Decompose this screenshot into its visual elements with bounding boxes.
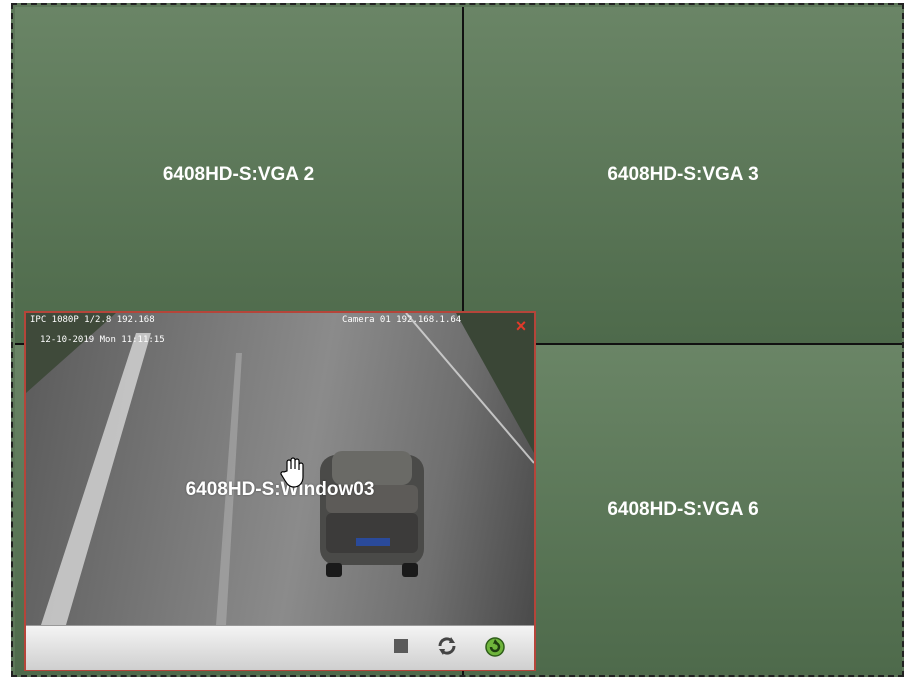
screen-label: 6408HD-S:VGA 2 <box>162 164 315 185</box>
hand-cursor-icon <box>279 457 307 489</box>
screen-cell-vga3[interactable]: 6408HD-S:VGA 3 <box>464 7 902 345</box>
refresh-button[interactable] <box>436 635 458 662</box>
stop-icon <box>393 638 409 659</box>
rotate-icon <box>483 634 507 663</box>
video-feed[interactable]: IPC 1080P 1/2.8 192.168 12-10-2019 Mon 1… <box>26 313 534 625</box>
rotate-button[interactable] <box>484 636 506 659</box>
screen-cell-vga2[interactable]: 6408HD-S:VGA 2 <box>15 7 464 345</box>
screen-label: 6408HD-S:VGA 3 <box>607 164 759 185</box>
stop-button[interactable] <box>390 637 412 659</box>
window-toolbar <box>26 625 534 670</box>
screen-label: 6408HD-S:VGA 6 <box>607 499 759 520</box>
close-window-button[interactable]: × <box>512 317 530 335</box>
osd-top-left: IPC 1080P 1/2.8 192.168 <box>30 315 155 325</box>
video-window[interactable]: IPC 1080P 1/2.8 192.168 12-10-2019 Mon 1… <box>24 311 536 671</box>
osd-timestamp: 12-10-2019 Mon 11:11:15 <box>40 335 165 345</box>
osd-top-right: Camera 01 192.168.1.64 <box>342 315 462 325</box>
refresh-icon <box>436 635 458 662</box>
